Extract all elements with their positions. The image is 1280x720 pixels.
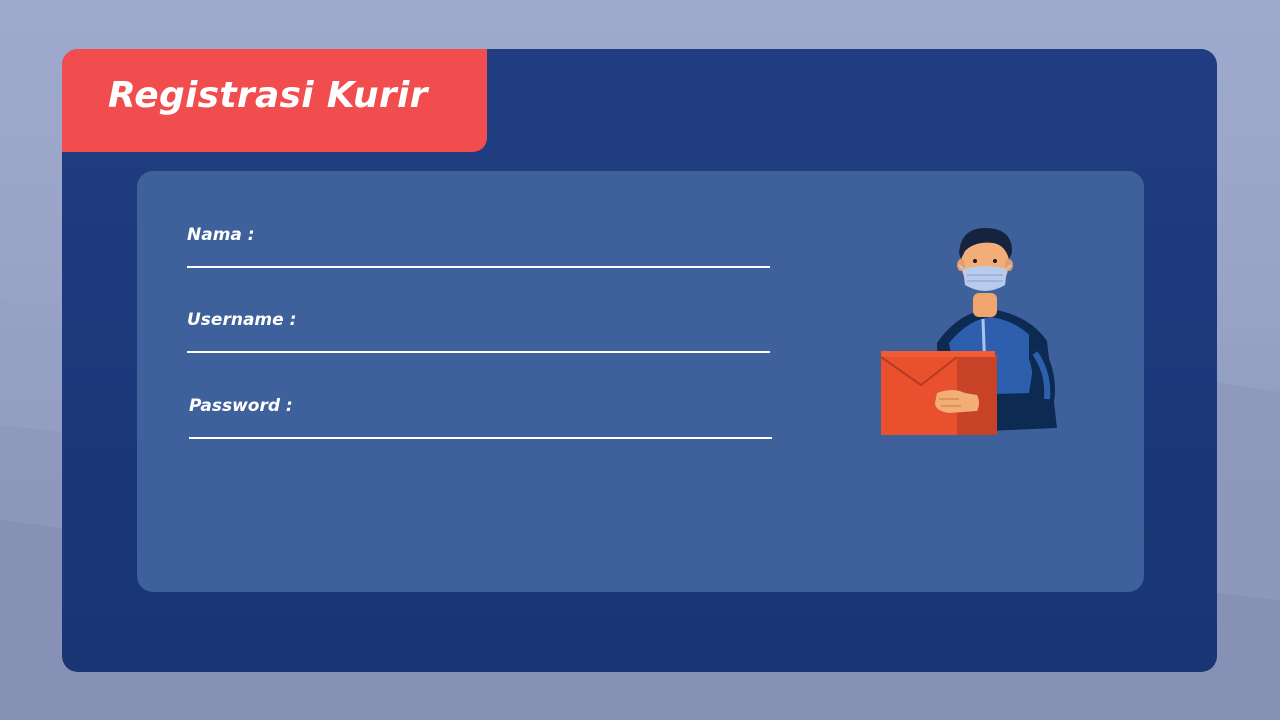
- registration-card: Registrasi Kurir Nama : Username : Passw…: [62, 49, 1217, 672]
- field-nama: Nama :: [187, 222, 770, 268]
- nama-label: Nama :: [187, 225, 255, 245]
- field-username: Username :: [187, 307, 770, 353]
- password-input[interactable]: [189, 419, 772, 439]
- page-title: Registrasi Kurir: [108, 75, 428, 116]
- title-tab: Registrasi Kurir: [62, 49, 487, 152]
- password-label: Password :: [189, 396, 293, 416]
- form-panel: Nama : Username : Password :: [137, 171, 1144, 592]
- username-label: Username :: [187, 310, 297, 330]
- field-password: Password :: [189, 393, 772, 439]
- courier-with-package-icon: [880, 227, 1057, 435]
- username-input[interactable]: [187, 333, 770, 353]
- nama-input[interactable]: [187, 248, 770, 268]
